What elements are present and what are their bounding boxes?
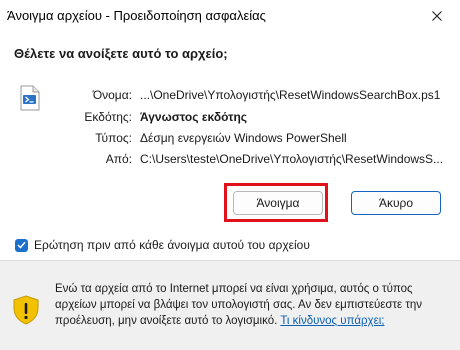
- security-warning-footer: Ενώ τα αρχεία από το Internet μπορεί να …: [0, 260, 460, 350]
- ask-before-open-option[interactable]: Ερώτηση πριν από κάθε άνοιγμα αυτού του …: [15, 237, 310, 253]
- ask-before-open-checkbox[interactable]: [15, 238, 28, 252]
- warning-message: Ενώ τα αρχεία από το Internet μπορεί να …: [55, 281, 450, 329]
- field-value-type: Δέσμη ενεργειών Windows PowerShell: [140, 131, 347, 145]
- field-label-publisher: Εκδότης:: [84, 110, 132, 124]
- field-label-type: Τύπος:: [95, 131, 132, 145]
- close-icon: [432, 11, 442, 21]
- dialog-body: Θέλετε να ανοίξετε αυτό το αρχείο; Όνομα…: [0, 32, 460, 260]
- checkmark-icon: [17, 241, 26, 249]
- field-value-from: C:\Users\teste\OneDrive\Υπολογιστής\Rese…: [140, 152, 444, 166]
- dialog-question: Θέλετε να ανοίξετε αυτό το αρχείο;: [14, 46, 228, 61]
- open-button[interactable]: Άνοιγμα: [233, 191, 323, 215]
- cancel-button[interactable]: Άκυρο: [351, 191, 441, 215]
- shield-warning-icon: [13, 295, 39, 325]
- title-bar: Άνοιγμα αρχείου - Προειδοποίηση ασφαλεία…: [0, 0, 460, 32]
- close-button[interactable]: [414, 0, 460, 32]
- risk-info-link[interactable]: Τι κίνδυνος υπάρχει;: [280, 315, 384, 327]
- ask-before-open-label[interactable]: Ερώτηση πριν από κάθε άνοιγμα αυτού του …: [34, 238, 310, 252]
- field-label-from: Από:: [105, 152, 132, 166]
- field-value-publisher: Άγνωστος εκδότης: [140, 110, 248, 124]
- field-value-name: ...\OneDrive\Υπολογιστής\ResetWindowsSea…: [140, 88, 441, 102]
- window-title: Άνοιγμα αρχείου - Προειδοποίηση ασφαλεία…: [7, 8, 266, 23]
- field-label-name: Όνομα:: [92, 88, 132, 102]
